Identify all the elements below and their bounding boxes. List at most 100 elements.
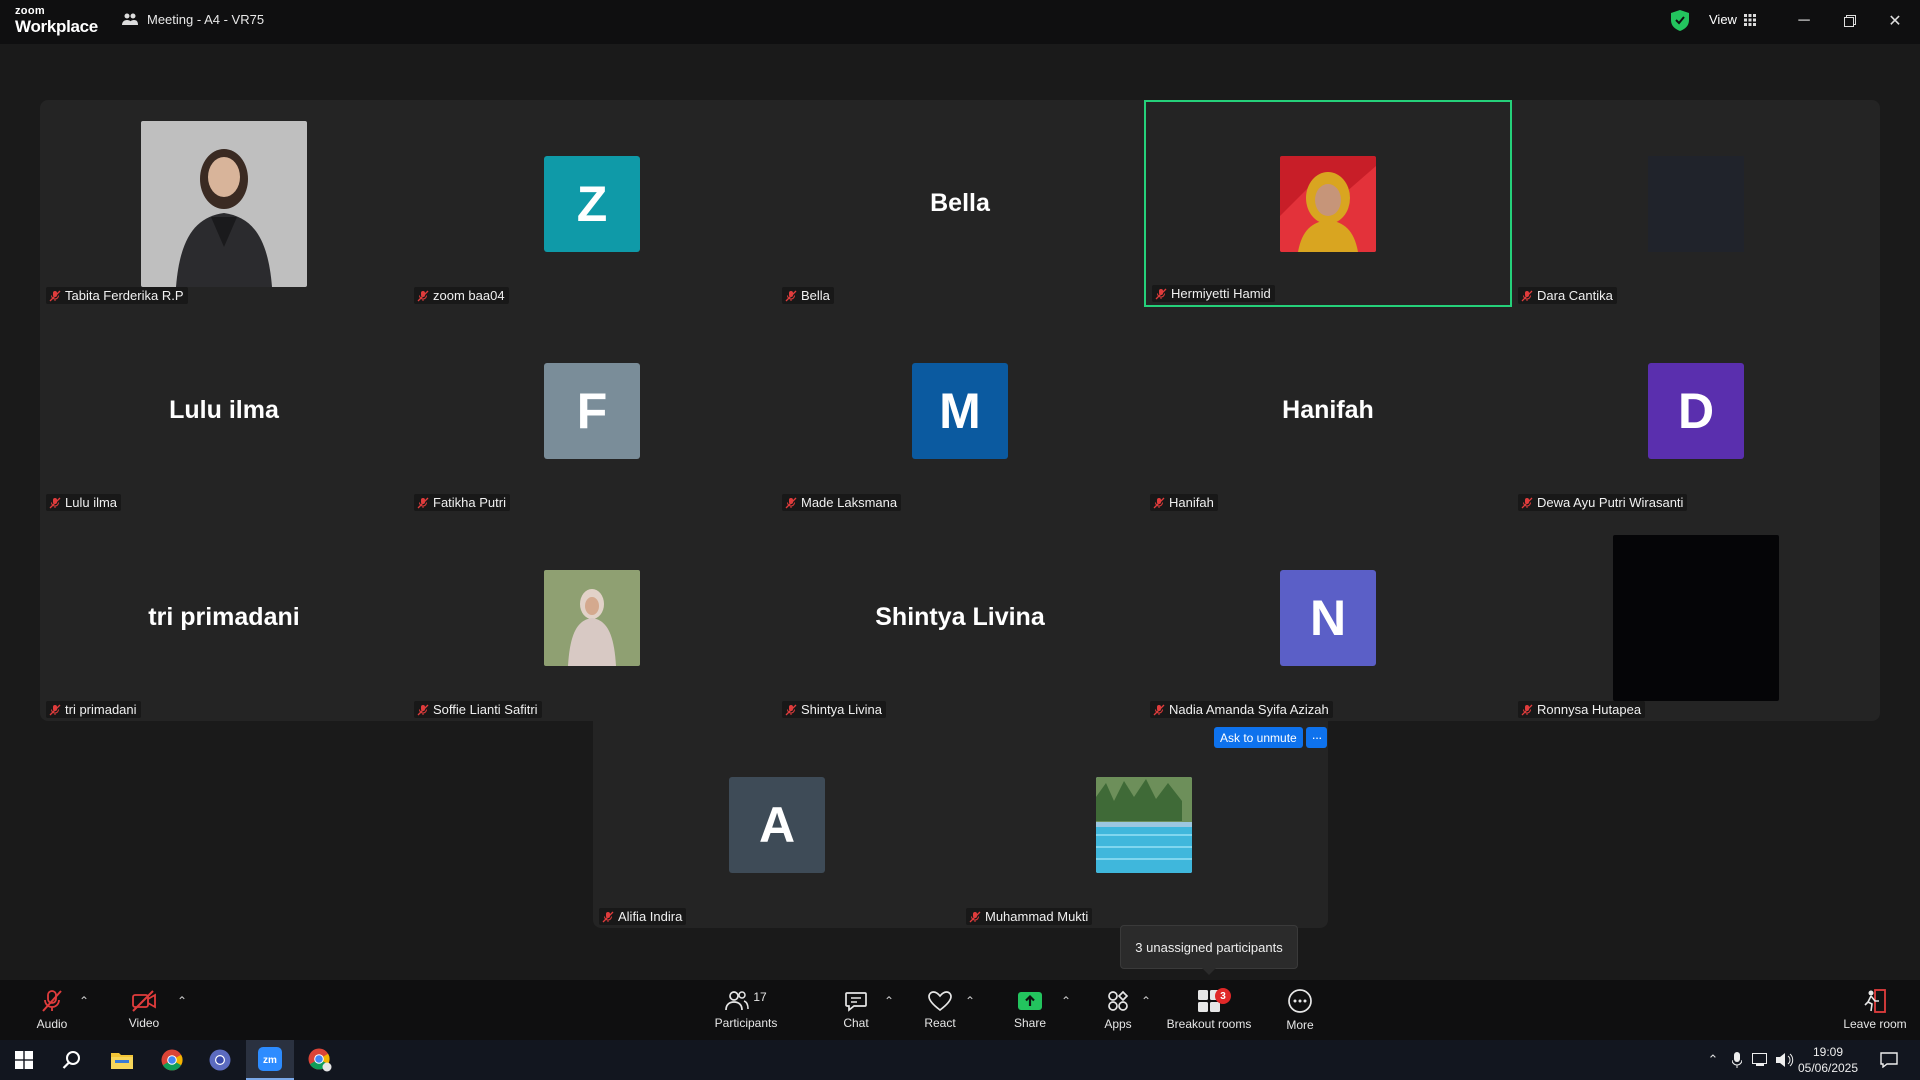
muted-mic-icon [602, 911, 614, 922]
muted-mic-icon [969, 911, 981, 922]
video-tile[interactable]: Ronnysa Hutapea [1512, 514, 1880, 721]
participant-name: Tabita Ferderika R.P [65, 288, 184, 303]
participant-display-name: Shintya Livina [875, 603, 1045, 631]
meeting-title[interactable]: Meeting - A4 - VR75 [122, 12, 264, 27]
participants-button[interactable]: 17 Participants [710, 980, 782, 1040]
more-button[interactable]: More [1276, 980, 1324, 1040]
share-options-chevron-icon[interactable]: ⌃ [1061, 994, 1071, 1008]
participant-label: Dara Cantika [1518, 287, 1617, 304]
participant-label: tri primadani [46, 701, 141, 718]
chrome-icon[interactable] [148, 1040, 196, 1080]
muted-mic-icon [417, 497, 429, 508]
participant-video-black [1613, 534, 1779, 701]
more-label: More [1286, 1018, 1314, 1032]
breakout-rooms-label: Breakout rooms [1166, 1017, 1252, 1031]
restore-icon[interactable] [1839, 10, 1861, 32]
video-tile[interactable]: A Alifia Indira [593, 721, 961, 928]
muted-mic-icon [785, 290, 797, 301]
participant-display-name: Lulu ilma [169, 396, 279, 424]
video-tile[interactable]: Lulu ilma Lulu ilma [40, 307, 408, 514]
video-tile[interactable]: Bella Bella [776, 100, 1144, 307]
react-options-chevron-icon[interactable]: ⌃ [965, 994, 975, 1008]
video-tile[interactable]: M Made Laksmana [776, 307, 1144, 514]
taskbar-clock[interactable]: 19:09 05/06/2025 [1797, 1044, 1859, 1076]
zoom-taskbar-icon[interactable]: zm [246, 1040, 294, 1080]
muted-mic-icon [1155, 288, 1167, 299]
participant-avatar: D [1648, 362, 1744, 459]
share-screen-icon [1018, 992, 1042, 1010]
shield-check-icon[interactable] [1671, 10, 1689, 31]
video-button[interactable]: Video [120, 980, 168, 1040]
apps-options-chevron-icon[interactable]: ⌃ [1141, 994, 1151, 1008]
participant-name: Nadia Amanda Syifa Azizah [1169, 702, 1329, 717]
ask-to-unmute-button[interactable]: Ask to unmute [1214, 727, 1303, 748]
video-tile[interactable]: Hanifah Hanifah [1144, 307, 1512, 514]
share-label: Share [1013, 1016, 1047, 1030]
minimize-icon[interactable]: ─ [1793, 10, 1815, 32]
muted-mic-icon [1521, 704, 1533, 715]
video-tile[interactable]: Muhammad Mukti [960, 721, 1328, 928]
share-button[interactable]: Share [1006, 980, 1054, 1040]
muted-mic-icon [785, 704, 797, 715]
network-icon[interactable] [1750, 1040, 1772, 1080]
participant-name: Soffie Lianti Safitri [433, 702, 538, 717]
video-tile[interactable]: D Dewa Ayu Putri Wirasanti [1512, 307, 1880, 514]
video-tile[interactable]: Dara Cantika [1512, 100, 1880, 307]
video-tile[interactable]: N Nadia Amanda Syifa Azizah [1144, 514, 1512, 721]
participant-name: Shintya Livina [801, 702, 882, 717]
participant-label: Alifia Indira [599, 908, 687, 925]
notifications-icon[interactable] [1874, 1040, 1904, 1080]
unassigned-participants-tooltip: 3 unassigned participants [1120, 925, 1298, 975]
video-tile[interactable]: F Fatikha Putri [408, 307, 776, 514]
windows-start-icon[interactable] [0, 1040, 48, 1080]
muted-mic-icon [1521, 497, 1533, 508]
clock-time: 19:09 [1812, 1045, 1844, 1059]
participant-label: Bella [782, 287, 834, 304]
audio-label: Audio [36, 1017, 68, 1031]
participant-name: tri primadani [65, 702, 137, 717]
muted-mic-icon [1153, 497, 1165, 508]
video-tile-active-speaker[interactable]: Hermiyetti Hamid [1144, 100, 1512, 307]
participant-label: Dewa Ayu Putri Wirasanti [1518, 494, 1688, 511]
microphone-tray-icon[interactable] [1726, 1040, 1748, 1080]
react-button[interactable]: React [916, 980, 964, 1040]
participant-label: Muhammad Mukti [966, 908, 1093, 925]
title-bar: zoom Workplace Meeting - A4 - VR75 View … [0, 0, 1920, 44]
video-tile[interactable]: tri primadani tri primadani [40, 514, 408, 721]
close-icon[interactable]: ✕ [1884, 10, 1906, 32]
audio-options-chevron-icon[interactable]: ⌃ [79, 994, 89, 1008]
breakout-rooms-button[interactable]: Breakout rooms [1161, 980, 1257, 1040]
chat-button[interactable]: Chat [832, 980, 880, 1040]
audio-button[interactable]: Audio [28, 980, 76, 1040]
view-button[interactable]: View [1709, 12, 1756, 27]
chrome-profile-icon[interactable] [196, 1040, 244, 1080]
search-icon[interactable] [48, 1040, 96, 1080]
more-options-button[interactable]: ··· [1306, 727, 1327, 748]
file-explorer-icon[interactable] [98, 1040, 146, 1080]
view-label: View [1709, 12, 1737, 27]
apps-button[interactable]: Apps [1094, 980, 1142, 1040]
chat-options-chevron-icon[interactable]: ⌃ [884, 994, 894, 1008]
video-tile[interactable]: Soffie Lianti Safitri [408, 514, 776, 721]
chrome-window-icon[interactable] [296, 1040, 344, 1080]
grid-icon [1743, 13, 1756, 26]
participant-name: zoom baa04 [433, 288, 505, 303]
show-hidden-icons-chevron-icon[interactable]: ⌃ [1702, 1040, 1724, 1080]
leave-room-button[interactable]: Leave room [1835, 980, 1915, 1040]
svg-text:zm: zm [263, 1055, 277, 1066]
meeting-toolbar: Audio ⌃ Video ⌃ 17 Participants Chat ⌃ R… [0, 980, 1920, 1040]
breakout-rooms-badge: 3 [1215, 988, 1231, 1004]
apps-label: Apps [1104, 1017, 1132, 1031]
video-tile[interactable]: Z zoom baa04 [408, 100, 776, 307]
volume-icon[interactable] [1774, 1040, 1796, 1080]
participant-label: zoom baa04 [414, 287, 509, 304]
participant-display-name: tri primadani [148, 603, 300, 631]
chat-label: Chat [843, 1016, 869, 1030]
zoom-logo: zoom Workplace [15, 6, 98, 36]
video-options-chevron-icon[interactable]: ⌃ [177, 994, 187, 1008]
video-tile[interactable]: Shintya Livina Shintya Livina [776, 514, 1144, 721]
participant-avatar: A [729, 776, 825, 873]
video-tile[interactable]: Tabita Ferderika R.P [40, 100, 408, 307]
leave-room-icon [1864, 989, 1886, 1013]
participant-label: Lulu ilma [46, 494, 122, 511]
